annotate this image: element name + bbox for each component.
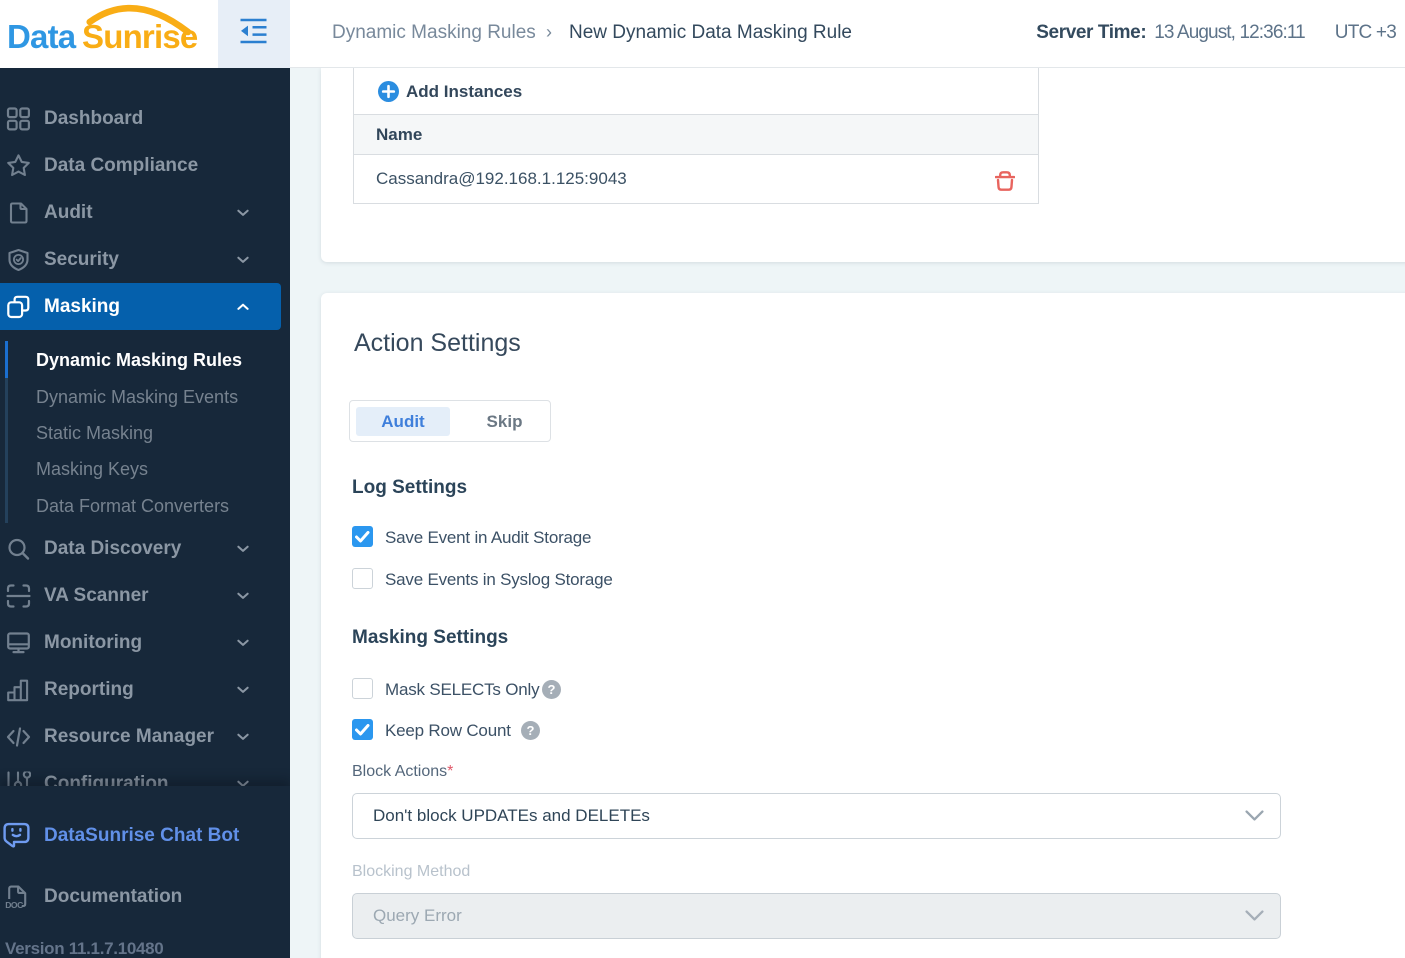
svg-text:Data: Data bbox=[7, 18, 77, 55]
svg-text:DOC: DOC bbox=[5, 900, 23, 910]
